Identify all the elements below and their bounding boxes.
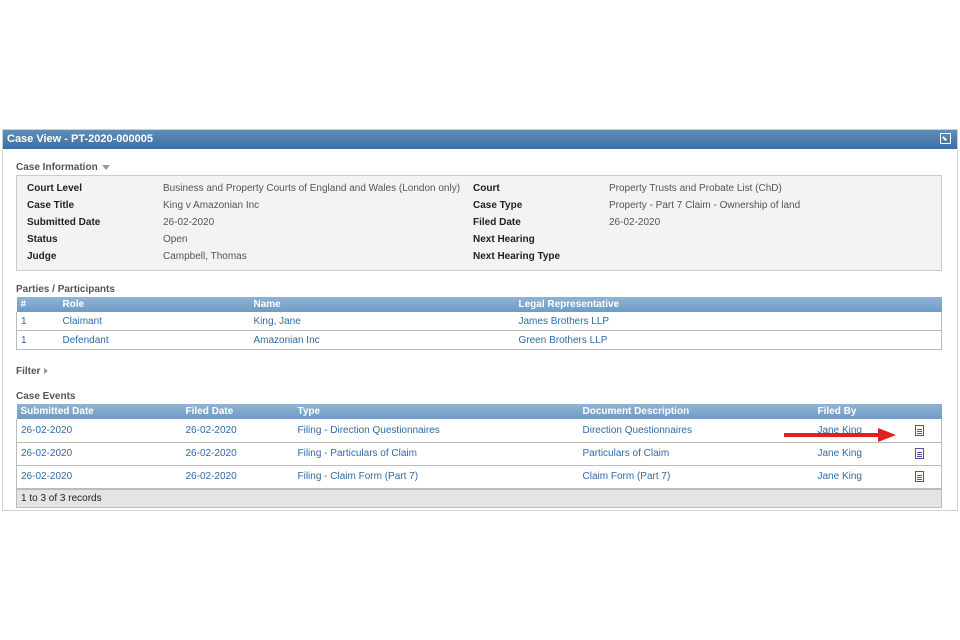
column-header[interactable]: Type xyxy=(293,404,579,419)
document-cell xyxy=(903,419,942,443)
info-label: Filed Date xyxy=(473,217,521,228)
party-representative[interactable]: James Brothers LLP xyxy=(514,312,942,331)
info-label: Court Level xyxy=(27,183,83,194)
document-icon[interactable] xyxy=(914,470,924,482)
info-label: Submitted Date xyxy=(27,217,101,228)
column-header[interactable]: # xyxy=(16,297,59,312)
event-type[interactable]: Filing - Particulars of Claim xyxy=(293,442,579,466)
column-header[interactable]: Filed Date xyxy=(181,404,294,419)
table-row[interactable]: 1 Claimant King, Jane James Brothers LLP xyxy=(16,312,942,331)
table-header-row: Submitted Date Filed Date Type Document … xyxy=(16,404,942,419)
column-header[interactable]: Name xyxy=(249,297,515,312)
event-submitted-date[interactable]: 26-02-2020 xyxy=(16,442,182,466)
event-filed-date[interactable]: 26-02-2020 xyxy=(181,419,294,443)
pagination-footer: 1 to 3 of 3 records xyxy=(16,489,942,508)
table-row[interactable]: 1 Defendant Amazonian Inc Green Brothers… xyxy=(16,330,942,350)
column-header[interactable]: Role xyxy=(58,297,250,312)
expand-icon[interactable] xyxy=(940,133,951,144)
event-filed-date[interactable]: 26-02-2020 xyxy=(181,442,294,466)
info-value: Open xyxy=(163,234,188,245)
table-row[interactable]: 26-02-2020 26-02-2020 Filing - Particula… xyxy=(16,442,942,466)
filter-toggle[interactable]: Filter xyxy=(16,366,49,377)
party-representative[interactable]: Green Brothers LLP xyxy=(514,330,942,350)
red-arrow xyxy=(784,428,896,442)
document-icon[interactable] xyxy=(914,424,924,436)
info-row: Submitted Date 26-02-2020 Filed Date 26-… xyxy=(17,216,941,230)
event-document-description[interactable]: Claim Form (Part 7) xyxy=(578,465,814,489)
case-information-toggle[interactable]: Case Information xyxy=(16,162,110,173)
panel-header: Case View - PT-2020-000005 xyxy=(3,130,957,149)
column-header[interactable]: Submitted Date xyxy=(16,404,182,419)
parties-section-label: Parties / Participants xyxy=(16,284,115,295)
event-type[interactable]: Filing - Direction Questionnaires xyxy=(293,419,579,443)
info-label: Court xyxy=(473,183,500,194)
info-value: 26-02-2020 xyxy=(609,217,661,228)
filter-label: Filter xyxy=(16,366,41,377)
document-cell xyxy=(903,442,942,466)
case-events-label: Case Events xyxy=(16,391,76,402)
case-view-panel: Case View - PT-2020-000005 Case Informat… xyxy=(2,129,958,511)
column-header[interactable]: Filed By xyxy=(813,404,904,419)
case-events-table: Submitted Date Filed Date Type Document … xyxy=(16,404,942,489)
info-value: 26-02-2020 xyxy=(163,217,215,228)
column-header xyxy=(903,404,942,419)
case-information-box: Court Level Business and Property Courts… xyxy=(16,175,942,271)
info-row: Judge Campbell, Thomas Next Hearing Type xyxy=(17,250,941,264)
column-header[interactable]: Document Description xyxy=(578,404,814,419)
event-filed-date[interactable]: 26-02-2020 xyxy=(181,465,294,489)
info-label: Next Hearing xyxy=(473,234,535,245)
info-value: Business and Property Courts of England … xyxy=(163,183,461,194)
info-label: Judge xyxy=(27,251,57,262)
record-count: 1 to 3 of 3 records xyxy=(21,493,102,504)
info-value: Campbell, Thomas xyxy=(163,251,247,262)
info-row: Status Open Next Hearing xyxy=(17,233,941,247)
party-role[interactable]: Defendant xyxy=(58,330,250,350)
panel-title: Case View - PT-2020-000005 xyxy=(7,133,153,145)
info-value: Property Trusts and Probate List (ChD) xyxy=(609,183,782,194)
event-submitted-date[interactable]: 26-02-2020 xyxy=(16,465,182,489)
info-label: Next Hearing Type xyxy=(473,251,561,262)
column-header[interactable]: Legal Representative xyxy=(514,297,942,312)
info-label: Case Type xyxy=(473,200,523,211)
chevron-right-icon xyxy=(44,368,49,375)
chevron-down-icon xyxy=(101,164,110,170)
document-icon[interactable] xyxy=(914,447,924,459)
info-row: Court Level Business and Property Courts… xyxy=(17,182,941,196)
parties-table: # Role Name Legal Representative 1 Claim… xyxy=(16,297,942,350)
party-name[interactable]: Amazonian Inc xyxy=(249,330,515,350)
info-row: Case Title King v Amazonian Inc Case Typ… xyxy=(17,199,941,213)
info-value: King v Amazonian Inc xyxy=(163,200,260,211)
event-type[interactable]: Filing - Claim Form (Part 7) xyxy=(293,465,579,489)
event-filed-by[interactable]: Jane King xyxy=(813,465,904,489)
info-value: Property - Part 7 Claim - Ownership of l… xyxy=(609,200,801,211)
info-label: Case Title xyxy=(27,200,75,211)
event-submitted-date[interactable]: 26-02-2020 xyxy=(16,419,182,443)
info-label: Status xyxy=(27,234,58,245)
event-document-description[interactable]: Direction Questionnaires xyxy=(578,419,814,443)
table-header-row: # Role Name Legal Representative xyxy=(16,297,942,312)
event-document-description[interactable]: Particulars of Claim xyxy=(578,442,814,466)
party-name[interactable]: King, Jane xyxy=(249,312,515,331)
document-cell xyxy=(903,465,942,489)
case-information-label: Case Information xyxy=(16,162,98,173)
table-row[interactable]: 26-02-2020 26-02-2020 Filing - Claim For… xyxy=(16,465,942,489)
party-number[interactable]: 1 xyxy=(16,312,59,331)
event-filed-by[interactable]: Jane King xyxy=(813,442,904,466)
party-number[interactable]: 1 xyxy=(16,330,59,350)
party-role[interactable]: Claimant xyxy=(58,312,250,331)
